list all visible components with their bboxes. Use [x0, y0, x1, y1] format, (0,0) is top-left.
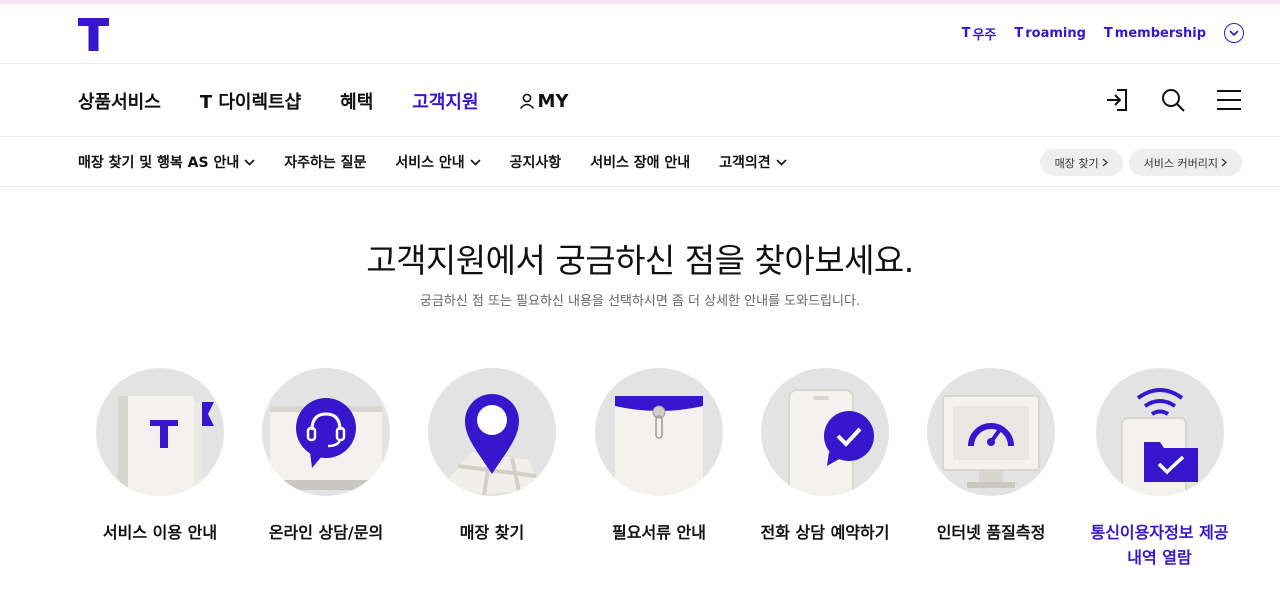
document-envelope-icon — [595, 368, 723, 496]
gnb-item-my[interactable]: MY — [518, 88, 569, 114]
pill-coverage[interactable]: 서비스 커버리지 — [1128, 149, 1242, 176]
login-icon[interactable] — [1104, 87, 1130, 113]
map-pin-icon — [428, 368, 556, 496]
service-label: 매장 찾기 — [459, 523, 525, 542]
service-tile-internet-quality[interactable]: 인터넷 품질측정 — [911, 368, 1071, 545]
lnb-item-store-as[interactable]: 매장 찾기 및 행복 AS 안내 — [78, 152, 255, 172]
chevron-down-icon — [470, 158, 481, 166]
service-tile-store-finder[interactable]: 매장 찾기 — [412, 368, 572, 545]
lnb-item-outage[interactable]: 서비스 장애 안내 — [590, 152, 690, 172]
util-link-membership[interactable]: Tmembership — [1104, 26, 1206, 41]
speed-gauge-monitor-icon — [927, 368, 1055, 496]
hamburger-menu-icon[interactable] — [1216, 87, 1242, 113]
chevron-down-icon — [244, 158, 255, 166]
chevron-down-icon — [776, 158, 787, 166]
gnb-item-direct-shop[interactable]: T 다이렉트샵 — [200, 88, 301, 114]
t-logo[interactable] — [78, 18, 109, 51]
gnb-item-products[interactable]: 상품서비스 — [78, 88, 161, 114]
lnb-item-feedback[interactable]: 고객의견 — [719, 152, 787, 172]
headset-chat-icon — [262, 368, 390, 496]
lnb-item-service-guide[interactable]: 서비스 안내 — [395, 152, 481, 172]
lnb-item-faq[interactable]: 자주하는 질문 — [284, 152, 366, 172]
service-label: 통신이용자정보 제공 내역 열람 — [1090, 523, 1229, 567]
chevron-right-icon — [1221, 158, 1227, 167]
service-tile-online-consult[interactable]: 온라인 상담/문의 — [246, 368, 406, 545]
pill-store-finder[interactable]: 매장 찾기 — [1039, 149, 1123, 176]
wifi-folder-icon — [1095, 368, 1224, 496]
book-icon — [96, 368, 224, 496]
gnb-item-customer-support[interactable]: 고객지원 — [412, 88, 478, 114]
local-nav: 매장 찾기 및 행복 AS 안내 자주하는 질문 서비스 안내 공지사항 서비스… — [0, 137, 1280, 187]
util-more-chevron-icon[interactable] — [1224, 23, 1244, 43]
service-tile-user-info-disclosure[interactable]: 통신이용자정보 제공 내역 열람 — [1077, 368, 1242, 570]
lnb-item-notice[interactable]: 공지사항 — [510, 152, 562, 172]
gnb-menu: 상품서비스 T 다이렉트샵 혜택 고객지원 MY — [78, 88, 569, 114]
lnb-menu: 매장 찾기 및 행복 AS 안내 자주하는 질문 서비스 안내 공지사항 서비스… — [78, 152, 787, 172]
service-tile-documents[interactable]: 필요서류 안내 — [579, 368, 739, 545]
chevron-right-icon — [1102, 158, 1108, 167]
global-nav: 상품서비스 T 다이렉트샵 혜택 고객지원 MY — [0, 65, 1280, 137]
service-label: 서비스 이용 안내 — [102, 523, 218, 542]
user-icon — [519, 93, 534, 110]
header-top-row: T 우주 Troaming Tmembership — [0, 4, 1280, 64]
service-label: 인터넷 품질측정 — [936, 523, 1046, 542]
page-title: 고객지원에서 궁금하신 점을 찾아보세요. — [366, 241, 914, 280]
search-icon[interactable] — [1160, 87, 1186, 113]
service-tile-usage-guide[interactable]: 서비스 이용 안내 — [80, 368, 240, 545]
service-label: 필요서류 안내 — [612, 523, 706, 542]
service-tile-call-reservation[interactable]: 전화 상담 예약하기 — [745, 368, 905, 545]
gnb-item-benefits[interactable]: 혜택 — [340, 88, 373, 114]
util-link-roaming[interactable]: Troaming — [1014, 26, 1086, 41]
util-link-ujoo[interactable]: T 우주 — [962, 24, 997, 43]
lnb-quick-pills: 매장 찾기 서비스 커버리지 — [1039, 149, 1242, 176]
service-label: 온라인 상담/문의 — [268, 523, 384, 542]
gnb-icons — [1104, 87, 1242, 113]
page-subtitle: 궁금하신 점 또는 필요하신 내용을 선택하시면 좀 더 상세한 안내를 도와드… — [419, 294, 861, 309]
t-logo-icon — [78, 18, 109, 51]
phone-check-icon — [761, 368, 889, 496]
utility-links: T 우주 Troaming Tmembership — [962, 23, 1244, 43]
service-label: 전화 상담 예약하기 — [760, 523, 890, 542]
